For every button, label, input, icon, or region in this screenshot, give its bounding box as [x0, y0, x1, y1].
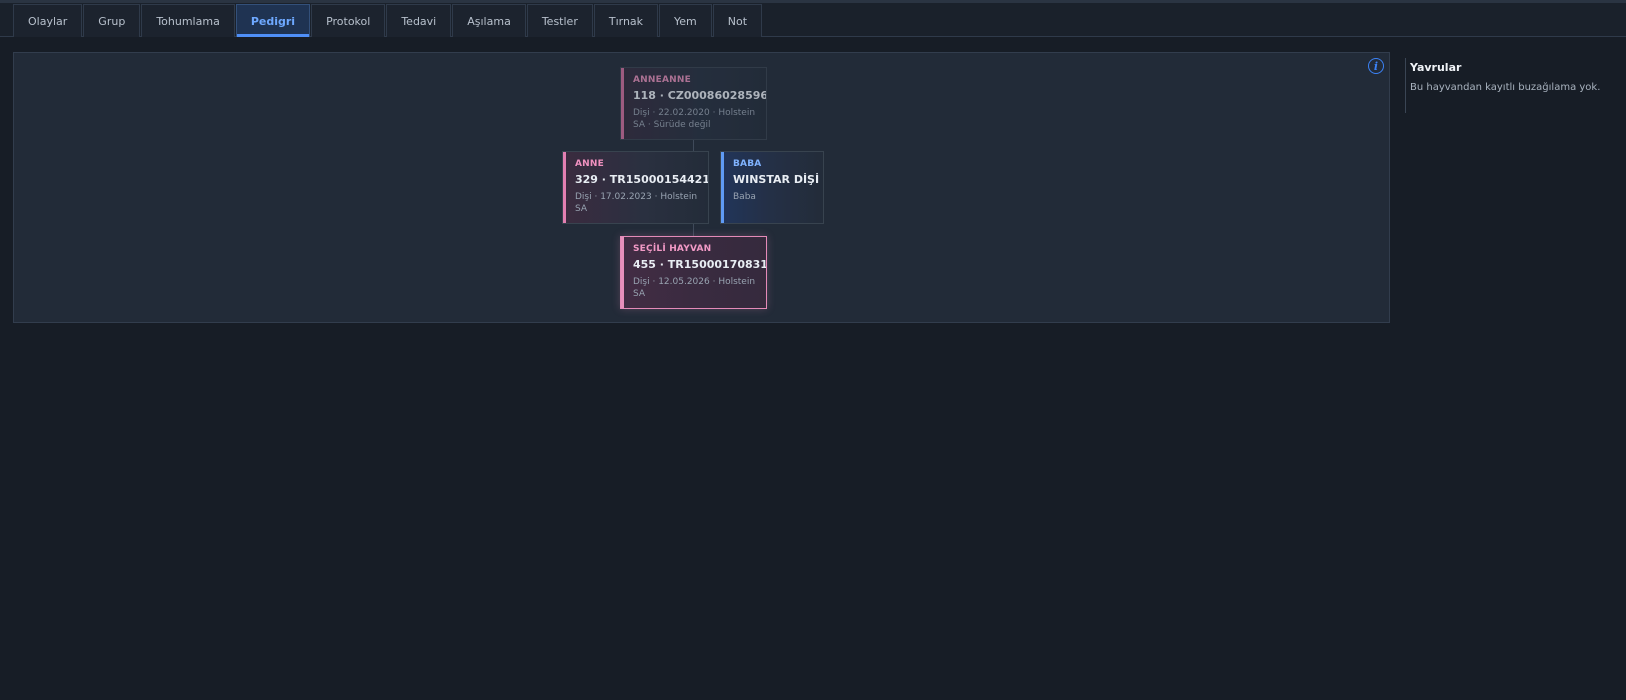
connector-mother-selected [693, 224, 694, 236]
tab-grup[interactable]: Grup [83, 4, 141, 37]
card-role: BABA [733, 159, 762, 169]
card-accent [721, 152, 724, 223]
tab-list: Olaylar Grup Tohumlama Pedigri Protokol … [13, 4, 763, 37]
tab-testler[interactable]: Testler [526, 4, 593, 37]
card-meta-line-2: SA [633, 289, 646, 299]
card-role: ANNE [575, 159, 604, 169]
tab-pedigri[interactable]: Pedigri [235, 4, 311, 37]
info-icon[interactable]: i [1368, 58, 1384, 74]
card-accent [563, 152, 566, 223]
card-role: SEÇİLİ HAYVAN [633, 244, 712, 254]
offspring-title: Yavrular [1410, 61, 1462, 74]
tab-tirnak[interactable]: Tırnak [593, 4, 659, 37]
card-role: ANNEANNE [633, 75, 691, 85]
card-ident: WINSTAR DİŞİ [733, 173, 820, 186]
offspring-empty-message: Bu hayvandan kayıtlı buzağılama yok. [1410, 82, 1601, 93]
connector-grandmother-mother [693, 140, 694, 151]
card-ident: 329 · TR150001544217 [575, 173, 709, 186]
card-meta-line-1: Dişi · 12.05.2026 · Holstein [633, 277, 756, 287]
card-meta-line-1: Dişi · 17.02.2023 · Holstein [575, 192, 698, 202]
tab-tohumlama[interactable]: Tohumlama [141, 4, 235, 37]
tab-protokol[interactable]: Protokol [311, 4, 386, 37]
offspring-panel: Yavrular Bu hayvandan kayıtlı buzağılama… [1405, 58, 1615, 113]
pedigree-card-mother[interactable]: ANNE 329 · TR150001544217 Dişi · 17.02.2… [562, 151, 709, 224]
pedigree-card-grandmother[interactable]: ANNEANNE 118 · CZ000860285961 Dişi · 22.… [620, 67, 767, 140]
tab-olaylar[interactable]: Olaylar [13, 4, 83, 37]
tab-yem[interactable]: Yem [659, 4, 712, 37]
tab-asilama[interactable]: Aşılama [452, 4, 526, 37]
tab-tedavi[interactable]: Tedavi [386, 4, 452, 37]
card-ident: 455 · TR150001708313 [633, 258, 767, 271]
tab-bar: Olaylar Grup Tohumlama Pedigri Protokol … [0, 3, 1626, 37]
pedigree-card-father[interactable]: BABA WINSTAR DİŞİ Baba [720, 151, 824, 224]
tab-not[interactable]: Not [712, 4, 763, 37]
card-meta-line-2: SA [575, 204, 588, 214]
card-ident: 118 · CZ000860285961 [633, 89, 767, 102]
pedigree-card-selected-animal[interactable]: SEÇİLİ HAYVAN 455 · TR150001708313 Dişi … [620, 236, 767, 309]
card-meta-line-2: SA · Sürüde değil [633, 120, 711, 130]
card-meta-line-1: Baba [733, 192, 756, 202]
card-accent [621, 68, 624, 139]
card-accent [621, 237, 624, 308]
card-meta-line-1: Dişi · 22.02.2020 · Holstein [633, 108, 756, 118]
